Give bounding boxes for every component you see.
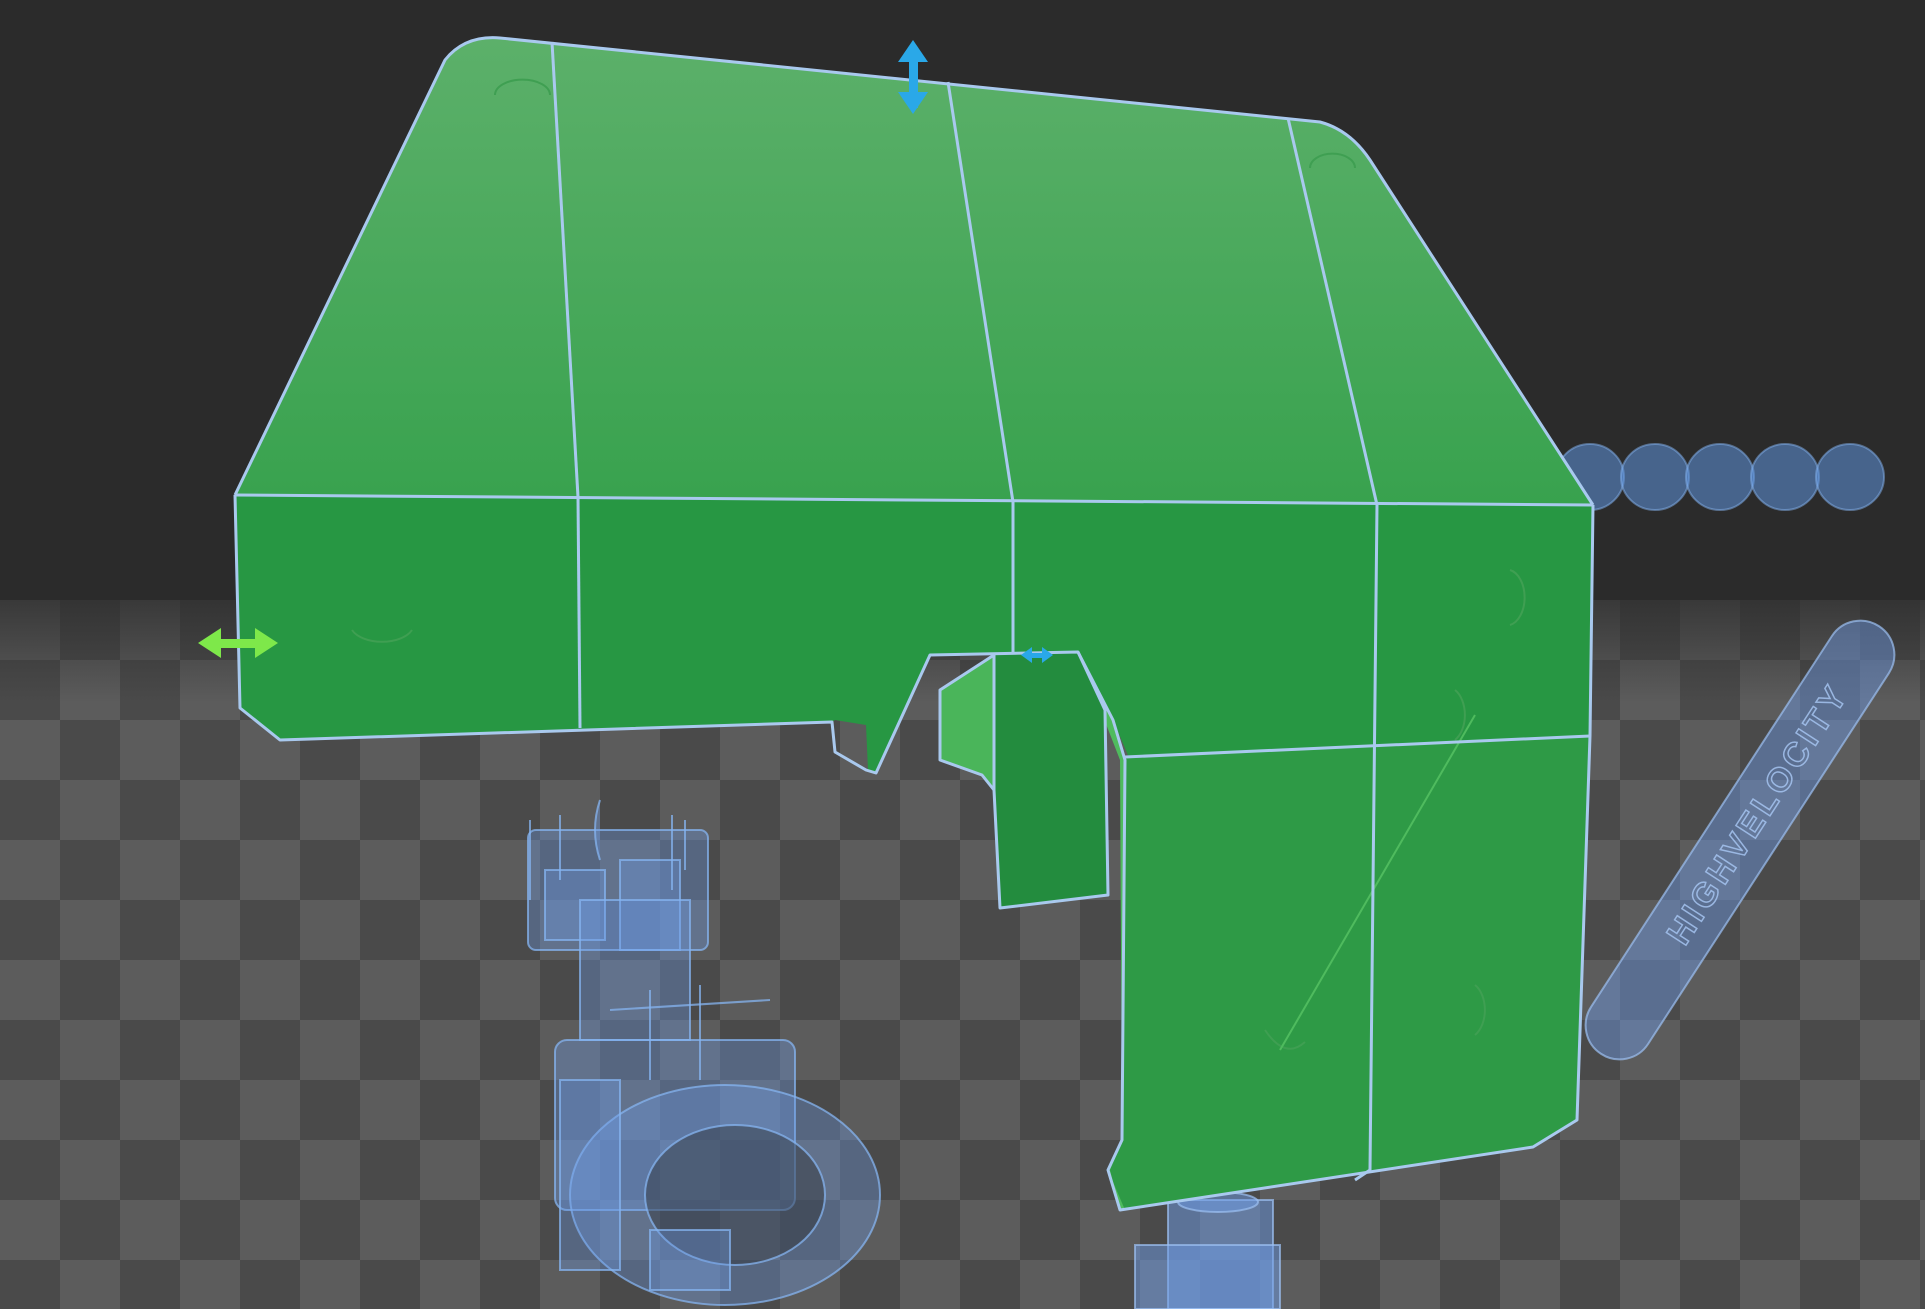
bead-chain[interactable] [1555, 443, 1885, 511]
3d-viewport[interactable]: HIGHVELOCITY [0, 0, 1925, 1309]
cover-leg [1108, 736, 1590, 1210]
